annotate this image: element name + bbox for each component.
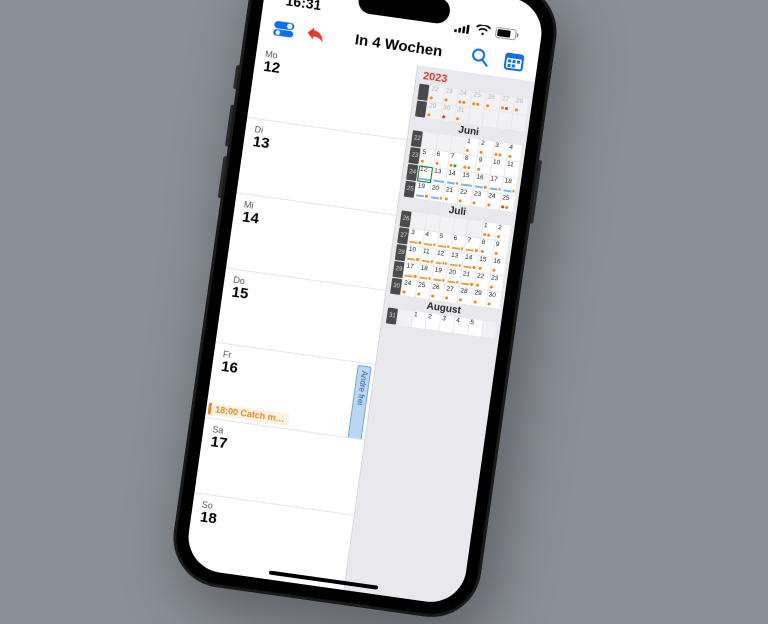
mini-day-cell[interactable]: 4 — [507, 144, 522, 162]
mini-day-cell[interactable] — [450, 136, 465, 154]
mini-day-cell[interactable]: 14 — [446, 169, 461, 187]
mini-day-cell[interactable]: 17 — [488, 175, 503, 193]
mini-day-cell[interactable]: 25 — [415, 281, 430, 299]
mini-day-cell[interactable]: 13 — [431, 167, 446, 185]
mini-day-cell[interactable] — [453, 218, 468, 236]
mini-day-cell[interactable]: 15 — [460, 171, 475, 189]
mini-day-cell[interactable] — [422, 132, 437, 150]
mini-day-cell[interactable] — [483, 110, 498, 128]
mini-day-cell[interactable] — [397, 309, 412, 327]
mini-day-cell[interactable]: 30 — [486, 291, 501, 309]
mini-day-cell[interactable]: 24 — [401, 279, 416, 297]
mini-day-cell[interactable] — [469, 108, 484, 126]
mini-day-cell[interactable]: 28 — [513, 97, 528, 115]
mini-day-cell[interactable]: 1 — [411, 311, 426, 329]
mini-day-cell[interactable]: 3 — [408, 229, 423, 247]
mini-day-cell[interactable]: 4 — [454, 317, 469, 335]
mini-day-cell[interactable]: 4 — [423, 231, 438, 249]
mini-day-cell[interactable]: 26 — [485, 93, 500, 111]
mini-day-cell[interactable]: 22 — [429, 85, 444, 103]
mini-day-cell[interactable]: 19 — [432, 266, 447, 284]
mini-day-cell[interactable] — [439, 216, 454, 234]
mini-day-cell[interactable]: 14 — [462, 254, 477, 272]
calendar-view-icon[interactable] — [502, 50, 525, 73]
mini-day-cell[interactable]: 5 — [437, 233, 452, 251]
search-icon[interactable] — [469, 45, 492, 68]
mini-day-cell[interactable]: 29 — [472, 289, 487, 307]
mini-day-cell[interactable]: 15 — [477, 256, 492, 274]
status-time: 16:31 — [285, 0, 323, 13]
mini-day-cell[interactable] — [511, 114, 526, 132]
mini-day-cell[interactable]: 11 — [504, 160, 519, 178]
mini-day-cell[interactable]: 18 — [502, 177, 517, 195]
mini-day-cell[interactable] — [482, 321, 497, 339]
mini-day-cell[interactable]: 24 — [485, 192, 500, 210]
mini-day-cell[interactable]: 12 — [434, 250, 449, 268]
mini-day-cell[interactable]: 8 — [479, 239, 494, 257]
back-reply-icon[interactable] — [304, 22, 327, 45]
mini-day-cell[interactable]: 24 — [457, 89, 472, 107]
mini-day-cell[interactable]: 21 — [443, 186, 458, 204]
battery-icon — [495, 27, 520, 41]
mini-day-cell[interactable]: 2 — [495, 224, 510, 242]
mini-day-cell[interactable]: 16 — [474, 173, 489, 191]
mini-day-cell[interactable]: 1 — [481, 222, 496, 240]
mini-day-cell[interactable]: 28 — [458, 287, 473, 305]
mini-day-cell[interactable]: 18 — [418, 264, 433, 282]
mini-day-cell[interactable]: 23 — [488, 274, 503, 292]
mini-day-cell[interactable]: 22 — [457, 188, 472, 206]
cellular-signal-icon — [454, 22, 471, 34]
mini-day-cell[interactable]: 2 — [478, 140, 493, 158]
mini-day-cell[interactable]: 1 — [464, 138, 479, 156]
mini-day-cell[interactable]: 17 — [404, 262, 419, 280]
mini-day-cell[interactable]: 20 — [446, 268, 461, 286]
mini-day-cell[interactable]: 29 — [426, 102, 441, 120]
mini-day-cell[interactable]: 5 — [468, 319, 483, 337]
mini-day-cell[interactable]: 20 — [429, 184, 444, 202]
mini-day-cell[interactable]: 23 — [471, 190, 486, 208]
mini-day-cell[interactable]: 26 — [430, 283, 445, 301]
mini-day-cell[interactable] — [436, 134, 451, 152]
mini-day-cell[interactable]: 13 — [448, 252, 463, 270]
mini-day-cell[interactable]: 6 — [451, 235, 466, 253]
mini-day-cell[interactable]: 10 — [490, 158, 505, 176]
mini-day-cell[interactable]: 9 — [476, 157, 491, 175]
mini-day-cell[interactable]: 8 — [462, 155, 477, 173]
mini-day-cell[interactable]: 22 — [474, 272, 489, 290]
mini-day-cell[interactable]: 3 — [439, 315, 454, 333]
toggle-icon[interactable] — [273, 18, 296, 41]
mini-day-cell[interactable]: 27 — [444, 285, 459, 303]
nav-title: In 4 Wochen — [354, 31, 444, 60]
mini-day-cell[interactable]: 23 — [443, 87, 458, 105]
mini-day-cell[interactable]: 31 — [454, 106, 469, 124]
mini-day-cell[interactable]: 7 — [448, 153, 463, 171]
mini-day-cell[interactable]: 21 — [460, 270, 475, 288]
mini-day-cell[interactable] — [411, 212, 426, 230]
mini-day-cell[interactable]: 11 — [420, 248, 435, 266]
mini-day-cell[interactable] — [497, 112, 512, 130]
mini-day-cell[interactable]: 7 — [465, 237, 480, 255]
mini-day-cell[interactable]: 9 — [493, 241, 508, 259]
mini-day-cell[interactable] — [467, 220, 482, 238]
mini-day-cell[interactable]: 19 — [415, 182, 430, 200]
mini-day-cell[interactable] — [425, 214, 440, 232]
mini-day-cell[interactable]: 10 — [406, 246, 421, 264]
mini-day-cell[interactable]: 27 — [499, 95, 514, 113]
mini-day-cell[interactable]: 3 — [493, 142, 508, 160]
mini-day-cell[interactable]: 6 — [434, 151, 449, 169]
mini-day-cell[interactable]: 2 — [425, 313, 440, 331]
phone-screen: 16:31 — [184, 0, 546, 607]
wifi-icon — [475, 24, 491, 37]
mini-day-cell[interactable]: 25 — [471, 91, 486, 109]
mini-day-cell[interactable]: 16 — [491, 258, 506, 276]
mini-day-cell[interactable]: 12 — [417, 165, 432, 183]
mini-day-cell[interactable]: 30 — [440, 104, 455, 122]
mini-day-cell[interactable]: 5 — [420, 149, 435, 167]
mini-day-cell[interactable]: 25 — [500, 194, 515, 212]
